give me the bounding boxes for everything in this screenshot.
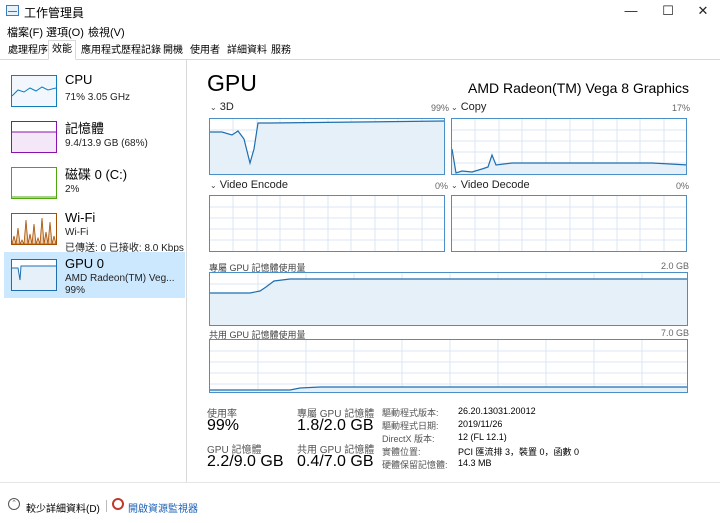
driver-version-value: 26.20.13031.20012: [458, 406, 536, 416]
sidebar-item-wifi[interactable]: Wi-Fi Wi-Fi 已傳送: 0 已接收: 8.0 Kbps: [4, 206, 185, 254]
open-resource-monitor-link[interactable]: 開啟資源監視器: [128, 500, 198, 515]
directx-version-value: 12 (FL 12.1): [458, 432, 507, 442]
chevron-down-icon: ⌄: [451, 103, 458, 112]
footer-bar: ⌃ 較少詳細資料(D) 開啟資源監視器: [0, 482, 720, 523]
tab-processes[interactable]: 處理程序: [4, 41, 52, 58]
tab-users[interactable]: 使用者: [186, 41, 224, 58]
memory-usage-text: 9.4/13.9 GB (68%): [65, 138, 148, 149]
menu-file[interactable]: 檔案(F): [7, 24, 43, 40]
engine-copy-graph: [451, 118, 687, 175]
tab-startup[interactable]: 開機: [159, 41, 187, 58]
engine-decode-name: Video Decode: [460, 179, 530, 191]
tab-performance[interactable]: 效能: [48, 40, 76, 60]
wifi-adapter-text: Wi-Fi: [65, 227, 89, 238]
shared-memory-value: 0.4/7.0 GB: [297, 453, 374, 470]
resource-sidebar: CPU 71% 3.05 GHz 記憶體 9.4/13.9 GB (68%) 磁…: [0, 60, 187, 482]
close-button[interactable]: ✕: [686, 0, 720, 22]
driver-date-label: 驅動程式日期:: [382, 421, 439, 431]
shared-memory-max: 7.0 GB: [661, 328, 690, 338]
gpu-usage-text: 99%: [65, 285, 86, 296]
gpu-model-text: AMD Radeon(TM) Veg...: [65, 273, 175, 284]
tab-details[interactable]: 詳細資料: [223, 41, 271, 58]
engine-3d-label[interactable]: ⌄ 3D: [210, 101, 234, 113]
engine-copy-value: 17%: [672, 103, 691, 113]
maximize-button[interactable]: ☐: [651, 0, 685, 22]
engine-encode-value: 0%: [435, 181, 449, 191]
gpu-thumbnail-graph: [11, 259, 57, 291]
sidebar-item-label: 磁碟 0 (C:): [65, 167, 128, 182]
engine-copy-name: Copy: [460, 101, 487, 113]
physical-location-label: 實體位置:: [382, 447, 421, 457]
chevron-down-icon: ⌄: [210, 181, 217, 190]
tab-bar: 處理程序 效能 應用程式歷程記錄 開機 使用者 詳細資料 服務: [0, 40, 720, 60]
sidebar-item-label: CPU: [65, 72, 93, 87]
title-bar: 工作管理員 — ☐ ✕: [0, 0, 720, 22]
driver-date-value: 2019/11/26: [458, 419, 503, 429]
chevron-down-icon: ⌄: [451, 181, 458, 190]
cpu-usage-text: 71% 3.05 GHz: [65, 92, 131, 103]
memory-thumbnail-graph: [11, 121, 57, 153]
tab-app-history[interactable]: 應用程式歷程記錄: [77, 41, 165, 58]
gpu-memory-value: 2.2/9.0 GB: [207, 453, 284, 470]
cpu-thumbnail-graph: [11, 75, 57, 107]
physical-location-value: PCI 匯流排 3，裝置 0，函數 0: [458, 447, 580, 457]
chevron-up-icon[interactable]: ⌃: [8, 498, 20, 510]
menu-bar: 檔案(F) 選項(O) 檢視(V): [0, 22, 720, 39]
sidebar-item-label: Wi-Fi: [65, 210, 96, 225]
page-title: GPU: [207, 70, 257, 96]
dedicated-memory-max: 2.0 GB: [661, 261, 690, 271]
engine-decode-value: 0%: [676, 181, 690, 191]
sidebar-item-cpu[interactable]: CPU 71% 3.05 GHz: [4, 68, 185, 114]
utilization-value: 99%: [207, 417, 240, 434]
engine-encode-label[interactable]: ⌄ Video Encode: [210, 179, 288, 191]
sidebar-item-label: 記憶體: [65, 121, 105, 136]
task-manager-app-icon: [6, 5, 19, 16]
menu-view[interactable]: 檢視(V): [88, 24, 125, 40]
gpu-detail-panel: GPU AMD Radeon(TM) Vega 8 Graphics ⌄ 3D 9…: [187, 60, 720, 482]
resource-monitor-icon: [112, 498, 124, 510]
shared-memory-graph: [209, 339, 688, 393]
directx-version-label: DirectX 版本:: [382, 434, 435, 444]
hardware-reserved-value: 14.3 MB: [458, 458, 492, 468]
dedicated-memory-value: 1.8/2.0 GB: [297, 417, 374, 434]
menu-options[interactable]: 選項(O): [46, 24, 84, 40]
gpu-model-name: AMD Radeon(TM) Vega 8 Graphics: [468, 80, 689, 96]
sidebar-item-gpu[interactable]: GPU 0 AMD Radeon(TM) Veg... 99%: [4, 252, 185, 298]
dedicated-memory-graph: [209, 272, 688, 326]
engine-decode-label[interactable]: ⌄ Video Decode: [451, 179, 530, 191]
wifi-thumbnail-graph: [11, 213, 57, 246]
hardware-reserved-label: 硬體保留記憶體:: [382, 460, 448, 470]
engine-3d-value: 99%: [431, 103, 450, 113]
footer-divider: [106, 500, 107, 512]
engine-encode-name: Video Encode: [219, 179, 289, 191]
sidebar-item-disk[interactable]: 磁碟 0 (C:) 2%: [4, 160, 185, 206]
engine-3d-graph: [209, 118, 445, 175]
chevron-down-icon: ⌄: [210, 103, 217, 112]
disk-usage-text: 2%: [65, 184, 80, 195]
engine-encode-graph: [209, 195, 445, 252]
disk-thumbnail-graph: [11, 167, 57, 199]
tab-services[interactable]: 服務: [267, 41, 295, 58]
engine-3d-name: 3D: [219, 101, 234, 113]
minimize-button[interactable]: —: [614, 0, 648, 22]
fewer-details-link[interactable]: 較少詳細資料(D): [26, 500, 100, 515]
engine-decode-graph: [451, 195, 687, 252]
sidebar-item-label: GPU 0: [65, 256, 105, 271]
window-title: 工作管理員: [24, 6, 85, 20]
engine-copy-label[interactable]: ⌄ Copy: [451, 101, 486, 113]
sidebar-item-memory[interactable]: 記憶體 9.4/13.9 GB (68%): [4, 114, 185, 160]
driver-version-label: 驅動程式版本:: [382, 408, 439, 418]
